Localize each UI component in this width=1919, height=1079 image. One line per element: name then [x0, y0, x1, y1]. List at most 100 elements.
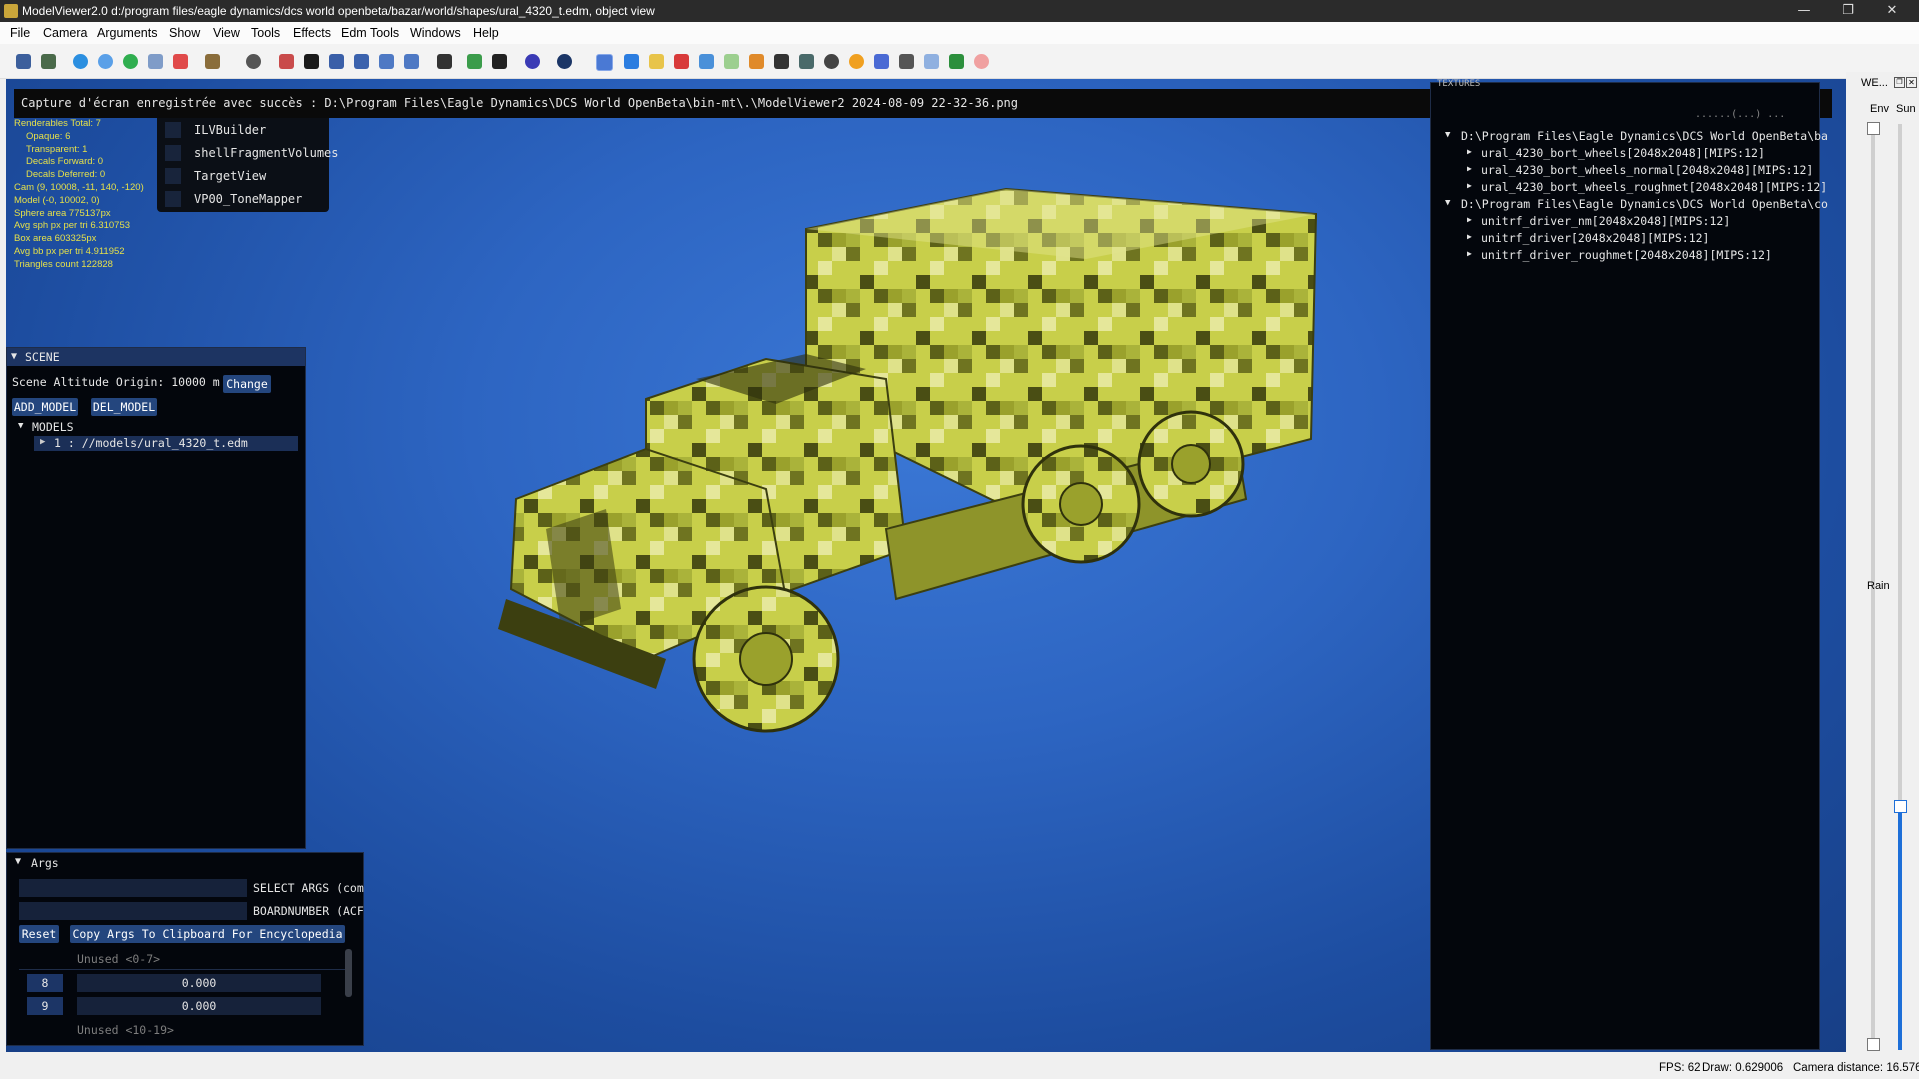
crosshair-icon[interactable] — [279, 54, 294, 69]
close-panel-icon[interactable]: ✕ — [1906, 77, 1917, 88]
menu-tools[interactable]: Tools — [251, 26, 280, 40]
sun-icon[interactable] — [849, 54, 864, 69]
menu-camera[interactable]: Camera — [43, 26, 87, 40]
stat-decals-deferred: Decals Deferred: 0 — [26, 169, 106, 181]
model-item[interactable]: ▶ 1 : //models/ural_4320_t.edm — [34, 436, 298, 451]
scene-header[interactable]: ▼ SCENE — [7, 348, 305, 366]
record-icon[interactable] — [557, 54, 572, 69]
menu-file[interactable]: File — [10, 26, 30, 40]
args-scrollbar[interactable] — [345, 949, 352, 997]
texture-group-path[interactable]: D:\Program Files\Eagle Dynamics\DCS Worl… — [1461, 197, 1828, 211]
texture-item[interactable]: ural_4230_bort_wheels[2048x2048][MIPS:12… — [1481, 146, 1765, 160]
pass-checkbox[interactable] — [165, 168, 181, 184]
expand-arrow-icon: ▶ — [1467, 215, 1472, 224]
arg-value-slider-8[interactable]: 0.000 — [77, 974, 321, 992]
reload-icon[interactable] — [123, 54, 138, 69]
sun-slider-fill[interactable] — [1898, 810, 1902, 1050]
copy-args-button[interactable]: Copy Args To Clipboard For Encyclopedia — [70, 925, 345, 943]
dots-grid-icon[interactable] — [949, 54, 964, 69]
title-bar: ModelViewer2.0 d:/program files/eagle dy… — [0, 0, 1919, 22]
pass-item[interactable]: ILVBuilder — [165, 120, 325, 139]
pass-item[interactable]: TargetView — [165, 166, 325, 185]
pass-checkbox[interactable] — [165, 145, 181, 161]
save-icon[interactable] — [16, 54, 31, 69]
pdf-icon[interactable] — [173, 54, 188, 69]
texture-item[interactable]: ural_4230_bort_wheels_roughmet[2048x2048… — [1481, 180, 1827, 194]
cube-icon[interactable] — [624, 54, 639, 69]
args-header[interactable]: Args — [31, 856, 59, 870]
graph-icon[interactable] — [749, 54, 764, 69]
minimize-button[interactable]: — — [1782, 0, 1826, 22]
menu-show[interactable]: Show — [169, 26, 200, 40]
arg-id-9[interactable]: 9 — [27, 997, 63, 1015]
menu-view[interactable]: View — [213, 26, 240, 40]
menu-edm-tools[interactable]: Edm Tools — [341, 26, 399, 40]
textures-header[interactable]: TEXTURES — [1437, 79, 1480, 89]
cone-icon[interactable] — [354, 54, 369, 69]
texture-item[interactable]: ural_4230_bort_wheels_normal[2048x2048][… — [1481, 163, 1813, 177]
globe-icon[interactable] — [73, 54, 88, 69]
terminal-icon[interactable] — [492, 54, 507, 69]
edit-icon[interactable] — [899, 54, 914, 69]
texture-item[interactable]: unitrf_driver_roughmet[2048x2048][MIPS:1… — [1481, 248, 1772, 262]
pass-checkbox[interactable] — [165, 122, 181, 138]
texture-item[interactable]: unitrf_driver[2048x2048][MIPS:12] — [1481, 231, 1709, 245]
arrow-right-icon[interactable] — [379, 54, 394, 69]
env-slider-track[interactable] — [1871, 124, 1875, 639]
pass-item[interactable]: shellFragmentVolumes — [165, 143, 339, 162]
camera-icon[interactable] — [246, 54, 261, 69]
tool-icon[interactable] — [774, 54, 789, 69]
toolbar — [0, 44, 1919, 79]
shape-icon[interactable] — [724, 54, 739, 69]
menu-effects[interactable]: Effects — [293, 26, 331, 40]
pass-item[interactable]: VP00_ToneMapper — [165, 189, 325, 208]
expand-arrow-icon: ▶ — [1467, 164, 1472, 173]
reset-button[interactable]: Reset — [19, 925, 59, 943]
color-icon[interactable] — [467, 54, 482, 69]
car-icon[interactable] — [824, 54, 839, 69]
refresh-icon[interactable] — [98, 54, 113, 69]
menu-help[interactable]: Help — [473, 26, 499, 40]
arg-id-8[interactable]: 8 — [27, 974, 63, 992]
env-slider-thumb[interactable] — [1867, 122, 1880, 135]
red-box-icon[interactable] — [674, 54, 689, 69]
mesh-icon[interactable] — [699, 54, 714, 69]
arg-id-label: 9 — [41, 999, 49, 1013]
add-model-button[interactable]: ADD_MODEL — [12, 398, 78, 416]
rain-slider-thumb[interactable] — [1867, 1038, 1880, 1051]
close-button[interactable]: ✕ — [1870, 0, 1914, 22]
arrow-left-icon[interactable] — [404, 54, 419, 69]
sun-slider-thumb[interactable] — [1894, 800, 1907, 813]
picture-icon[interactable] — [148, 54, 163, 69]
boardnumber-field[interactable] — [19, 902, 247, 920]
undo-icon[interactable] — [525, 54, 540, 69]
models-header[interactable]: MODELS — [32, 420, 74, 434]
grid-icon[interactable] — [304, 54, 319, 69]
texture-item[interactable]: unitrf_driver_nm[2048x2048][MIPS:12] — [1481, 214, 1730, 228]
filter-icon[interactable] — [329, 54, 344, 69]
box-icon[interactable] — [205, 54, 220, 69]
arg-value-slider-9[interactable]: 0.000 — [77, 997, 321, 1015]
undock-icon[interactable]: ❐ — [1894, 77, 1905, 88]
select-args-field[interactable] — [19, 879, 247, 897]
network-icon[interactable] — [874, 54, 889, 69]
person-icon[interactable] — [799, 54, 814, 69]
pass-label: ILVBuilder — [194, 123, 267, 137]
menu-windows[interactable]: Windows — [410, 26, 461, 40]
sun-slider-track-upper[interactable] — [1898, 124, 1902, 810]
maximize-button[interactable]: ❐ — [1826, 0, 1870, 22]
folder-icon[interactable] — [649, 54, 664, 69]
stop-icon[interactable] — [974, 54, 989, 69]
rain-slider-track[interactable] — [1871, 600, 1875, 1040]
export-icon[interactable] — [41, 54, 56, 69]
screen-icon[interactable] — [437, 54, 452, 69]
rain-label: Rain — [1867, 580, 1890, 592]
del-model-button[interactable]: DEL_MODEL — [91, 398, 157, 416]
pass-checkbox[interactable] — [165, 191, 181, 207]
draw-readout: Draw: 0.629006 — [1702, 1062, 1784, 1074]
menu-arguments[interactable]: Arguments — [97, 26, 157, 40]
change-button[interactable]: Change — [223, 375, 271, 393]
bar-chart-icon[interactable] — [596, 54, 613, 71]
texture-group-path[interactable]: D:\Program Files\Eagle Dynamics\DCS Worl… — [1461, 129, 1828, 143]
table-icon[interactable] — [924, 54, 939, 69]
